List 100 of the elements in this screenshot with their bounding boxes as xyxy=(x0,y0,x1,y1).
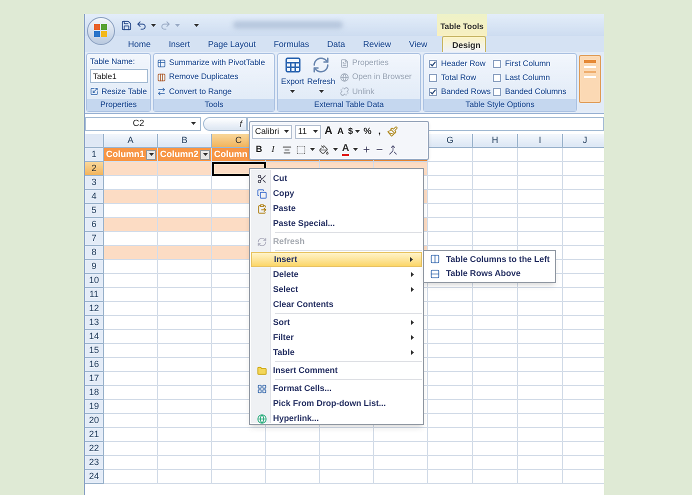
row-header[interactable]: 18 xyxy=(85,386,104,400)
menu-item[interactable]: Pick From Drop-down List... xyxy=(251,396,422,411)
row-header[interactable]: 8 xyxy=(85,246,104,260)
row-header[interactable]: 10 xyxy=(85,274,104,288)
column-header[interactable]: I xyxy=(518,134,563,148)
menu-item[interactable]: Table Rows Above xyxy=(424,266,555,281)
ribbon-tab[interactable]: Formulas xyxy=(264,36,318,52)
column-header[interactable]: A xyxy=(104,134,158,148)
toolbar-button[interactable]: $ xyxy=(348,124,360,138)
row-header[interactable]: 23 xyxy=(85,456,104,470)
menu-item[interactable]: Filter xyxy=(251,330,422,345)
menu-item[interactable]: Insert xyxy=(251,252,422,267)
toolbar-button[interactable]: A xyxy=(336,124,345,138)
clipboard-icon xyxy=(257,204,267,214)
ribbon-tab[interactable]: Home xyxy=(119,36,160,52)
row-header[interactable]: 1 xyxy=(85,148,104,162)
menu-item[interactable]: Table Columns to the Left xyxy=(424,252,555,266)
table-name-field[interactable]: Table1 xyxy=(90,69,148,83)
cell xyxy=(518,470,563,484)
checkbox[interactable] xyxy=(429,60,437,68)
row-header[interactable]: 14 xyxy=(85,330,104,344)
ribbon-tab[interactable]: Insert xyxy=(160,36,199,52)
row-header[interactable]: 21 xyxy=(85,428,104,442)
size-dropdown[interactable]: 11 xyxy=(295,124,321,139)
menu-item[interactable]: Select xyxy=(251,282,422,297)
menu-item[interactable]: Hyperlink... xyxy=(251,411,422,426)
table-style-gallery-icon[interactable] xyxy=(579,55,601,103)
menu-item[interactable]: Format Cells... xyxy=(251,381,422,396)
menu-item[interactable]: Table xyxy=(251,345,422,360)
option-checkbox[interactable]: First Column xyxy=(493,56,573,71)
ribbon-button[interactable]: Summarize with PivotTable xyxy=(157,56,266,70)
filter-button[interactable] xyxy=(200,150,210,160)
option-checkbox[interactable]: Total Row xyxy=(429,70,493,86)
cell xyxy=(473,330,518,344)
menu-item[interactable]: Cut xyxy=(251,171,422,186)
caret-icon xyxy=(310,148,315,152)
cell xyxy=(518,386,563,400)
row-header[interactable]: 17 xyxy=(85,372,104,386)
option-checkbox[interactable]: Last Column xyxy=(493,70,573,86)
ribbon-button[interactable]: Remove Duplicates xyxy=(157,70,266,85)
column-header[interactable]: G xyxy=(428,134,473,148)
checkbox[interactable] xyxy=(493,60,501,68)
checkbox[interactable] xyxy=(493,88,501,96)
toolbar-button[interactable]: % xyxy=(363,124,372,138)
large-ribbon-button[interactable]: Export xyxy=(281,56,304,99)
menu-item[interactable]: Delete xyxy=(251,267,422,282)
menu-item[interactable]: Paste xyxy=(251,201,422,216)
font-color-button[interactable]: A xyxy=(342,144,350,156)
column-header[interactable]: J xyxy=(563,134,604,148)
row-header[interactable]: 11 xyxy=(85,288,104,302)
ribbon-tab[interactable]: Review xyxy=(354,36,400,52)
resize-icon xyxy=(90,87,98,96)
select-all-corner[interactable] xyxy=(85,134,104,148)
ribbon-tab[interactable]: Data xyxy=(318,36,354,52)
row-header[interactable]: 20 xyxy=(85,414,104,428)
column-header[interactable]: H xyxy=(473,134,518,148)
ribbon-tab[interactable]: Page Layout xyxy=(198,36,265,52)
option-checkbox[interactable]: Header Row xyxy=(429,56,493,71)
cell xyxy=(518,218,563,232)
menu-item[interactable]: Paste Special... xyxy=(251,216,422,231)
row-header[interactable]: 19 xyxy=(85,400,104,414)
row-header[interactable]: 3 xyxy=(85,176,104,190)
toolbar-button[interactable]: I xyxy=(268,142,278,156)
font-dropdown[interactable]: Calibri xyxy=(252,124,292,139)
option-checkbox[interactable]: Banded Columns xyxy=(493,84,573,100)
option-checkbox[interactable]: Banded Rows xyxy=(429,84,493,100)
row-header[interactable]: 13 xyxy=(85,316,104,330)
row-header[interactable]: 22 xyxy=(85,442,104,456)
menu-item[interactable]: Copy xyxy=(251,186,422,201)
row-header[interactable]: 6 xyxy=(85,218,104,232)
row-header[interactable]: 16 xyxy=(85,358,104,372)
checkbox[interactable] xyxy=(429,74,437,82)
row-header[interactable]: 4 xyxy=(85,190,104,204)
large-ribbon-button[interactable]: Refresh xyxy=(307,56,336,99)
column-header[interactable]: B xyxy=(158,134,212,148)
ribbon-button[interactable]: Convert to Range xyxy=(157,84,266,99)
checkbox[interactable] xyxy=(429,88,437,96)
grid-icon xyxy=(257,384,267,394)
row-header[interactable]: 7 xyxy=(85,232,104,246)
checkbox[interactable] xyxy=(493,74,501,82)
name-box[interactable]: C2 xyxy=(85,116,201,130)
toolbar-button[interactable]: , xyxy=(375,124,384,138)
row-header[interactable]: 24 xyxy=(85,470,104,484)
toolbar-button[interactable]: A xyxy=(324,123,333,140)
row-header[interactable]: 9 xyxy=(85,260,104,274)
function-button[interactable]: f xyxy=(203,116,247,130)
ribbon-tab[interactable]: Design xyxy=(442,36,486,52)
filter-button[interactable] xyxy=(146,150,156,160)
cell xyxy=(473,442,518,456)
menu-item[interactable]: Insert Comment xyxy=(251,363,422,378)
menu-item[interactable]: Clear Contents xyxy=(251,297,422,312)
row-header[interactable]: 15 xyxy=(85,344,104,358)
cell xyxy=(473,470,518,484)
ribbon-tab[interactable]: View xyxy=(400,36,436,52)
menu-item[interactable]: Sort xyxy=(251,315,422,330)
ribbon-button[interactable]: Resize Table xyxy=(90,84,147,99)
row-header[interactable]: 12 xyxy=(85,302,104,316)
border-icon xyxy=(296,144,306,155)
row-header[interactable]: 5 xyxy=(85,204,104,218)
row-header[interactable]: 2 xyxy=(85,162,104,176)
